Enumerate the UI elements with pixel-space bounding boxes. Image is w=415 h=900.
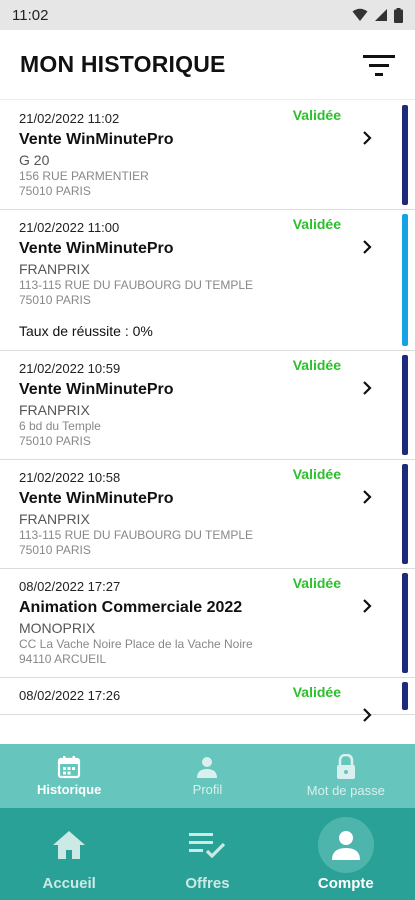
chevron-right-icon[interactable] xyxy=(360,490,374,504)
history-list: 21/02/2022 11:02 Validée Vente WinMinutePr… xyxy=(0,101,415,744)
status-badge: Validée xyxy=(292,575,341,591)
store-address: 113-115 RUE DU FAUBOURG DU TEMPLE xyxy=(19,528,254,542)
account-subtabs: Historique Profil Mot de passe xyxy=(0,744,415,808)
chevron-right-icon[interactable] xyxy=(360,240,374,254)
filter-button[interactable] xyxy=(363,49,395,81)
store-address: CC La Vache Noire Place de la Vache Noir… xyxy=(19,637,253,651)
app-screen: 11:02 MON HISTORIQUE 21/02/2022 11:02 Val… xyxy=(0,0,415,900)
checklist-icon xyxy=(189,832,226,858)
account-icon xyxy=(331,830,360,860)
mission-name: Vente WinMinutePro xyxy=(19,490,174,507)
mission-name: Vente WinMinutePro xyxy=(19,240,174,257)
store-name: MONOPRIX xyxy=(19,620,96,636)
checklist-icon-wrap xyxy=(179,817,235,873)
nav-compte[interactable]: Compte xyxy=(277,808,415,900)
status-badge: Validée xyxy=(292,107,341,123)
subtab-label: Profil xyxy=(192,782,223,797)
status-badge: Validée xyxy=(292,684,341,700)
store-name: G 20 xyxy=(19,152,50,168)
history-item[interactable]: 08/02/2022 17:27 Validée Animation Commerc… xyxy=(0,569,415,678)
status-badge: Validée xyxy=(292,216,341,232)
status-time: 11:02 xyxy=(12,6,49,24)
wifi-icon xyxy=(352,8,368,21)
subtab-mot-de-passe[interactable]: Mot de passe xyxy=(277,744,415,808)
store-address: 156 RUE PARMENTIER xyxy=(19,169,149,183)
chevron-right-icon[interactable] xyxy=(360,599,374,613)
status-color-bar xyxy=(402,214,408,346)
page-header: MON HISTORIQUE xyxy=(0,30,415,100)
subtab-label: Historique xyxy=(37,782,102,797)
store-city: 75010 PARIS xyxy=(19,184,91,198)
store-address: 113-115 RUE DU FAUBOURG DU TEMPLE xyxy=(19,278,254,292)
status-icons xyxy=(352,7,403,23)
status-color-bar xyxy=(402,105,408,205)
status-color-bar xyxy=(402,573,408,673)
nav-label: Accueil xyxy=(42,874,96,892)
store-city: 75010 PARIS xyxy=(19,434,91,448)
store-address: 6 bd du Temple xyxy=(19,419,101,433)
calendar-icon xyxy=(58,756,81,779)
status-bar: 11:02 xyxy=(0,0,415,30)
store-name: FRANPRIX xyxy=(19,402,90,418)
signal-icon xyxy=(375,9,387,21)
status-color-bar xyxy=(402,464,408,564)
chevron-right-icon[interactable] xyxy=(360,708,374,722)
history-item[interactable]: 21/02/2022 10:58 Validée Vente WinMinutePr… xyxy=(0,460,415,569)
status-badge: Validée xyxy=(292,466,341,482)
store-city: 75010 PARIS xyxy=(19,543,91,557)
history-item[interactable]: 21/02/2022 11:00 Validée Vente WinMinutePr… xyxy=(0,210,415,351)
history-item[interactable]: 08/02/2022 17:26 Validée xyxy=(0,678,415,722)
chevron-right-icon[interactable] xyxy=(360,131,374,145)
filter-icon xyxy=(363,54,395,76)
subtab-profil[interactable]: Profil xyxy=(138,744,276,808)
bottom-navigation: Accueil Offres Compte xyxy=(0,808,415,900)
store-name: FRANPRIX xyxy=(19,511,90,527)
home-icon xyxy=(53,830,86,859)
mission-name: Animation Commerciale 2022 xyxy=(19,599,243,616)
nav-offres[interactable]: Offres xyxy=(138,808,276,900)
status-color-bar xyxy=(402,355,408,455)
subtab-label: Mot de passe xyxy=(306,783,385,798)
success-rate: Taux de réussite : 0% xyxy=(19,323,153,339)
battery-icon xyxy=(394,7,403,23)
history-item[interactable]: 21/02/2022 10:59 Validée Vente WinMinutePr… xyxy=(0,351,415,460)
home-icon-wrap xyxy=(41,817,97,873)
chevron-right-icon[interactable] xyxy=(360,381,374,395)
store-city: 94110 ARCUEIL xyxy=(19,652,107,666)
store-name: FRANPRIX xyxy=(19,261,90,277)
lock-icon xyxy=(336,754,355,779)
account-icon-wrap xyxy=(317,816,374,873)
nav-label: Compte xyxy=(317,874,374,892)
subtab-historique[interactable]: Historique xyxy=(0,744,138,808)
person-icon xyxy=(197,757,218,778)
history-item[interactable]: 21/02/2022 11:02 Validée Vente WinMinutePr… xyxy=(0,101,415,210)
page-title: MON HISTORIQUE xyxy=(20,51,226,77)
mission-name: Vente WinMinutePro xyxy=(19,381,174,398)
nav-accueil[interactable]: Accueil xyxy=(0,808,138,900)
mission-name: Vente WinMinutePro xyxy=(19,131,174,148)
status-color-bar xyxy=(402,682,408,710)
status-badge: Validée xyxy=(292,357,341,373)
store-city: 75010 PARIS xyxy=(19,293,91,307)
nav-label: Offres xyxy=(185,874,230,892)
